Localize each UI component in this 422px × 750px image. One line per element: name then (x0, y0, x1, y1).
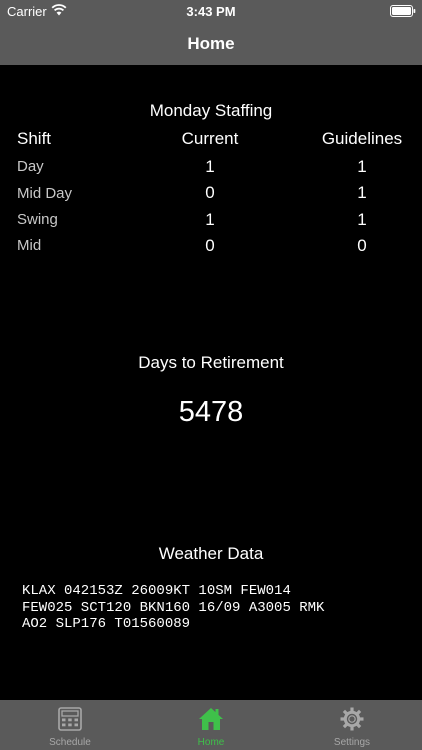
shift-guidelines: 1 (357, 210, 367, 229)
tab-bar: Schedule Home Settings (0, 700, 422, 750)
shift-guidelines: 1 (357, 157, 367, 176)
header-bar: Carrier 3:43 PM Home (0, 0, 422, 65)
retirement-days-value: 5478 (178, 396, 244, 428)
calculator-icon (58, 707, 82, 731)
shift-name: Mid Day (17, 185, 73, 202)
shift-name: Mid (17, 237, 42, 254)
shift-name: Day (17, 158, 44, 175)
nav-title: Home (187, 34, 235, 53)
shift-name: Swing (17, 211, 58, 228)
weather-metar-text: KLAX 042153Z 26009KT 10SM FEW014 FEW025 … (22, 583, 325, 632)
header-current: Current (181, 129, 239, 148)
tab-home-label: Home (197, 737, 225, 748)
status-time: 3:43 PM (186, 4, 236, 19)
tab-settings[interactable]: Settings (282, 700, 422, 750)
header-guidelines: Guidelines (321, 129, 403, 148)
tab-schedule-label: Schedule (49, 737, 91, 748)
staffing-title: Monday Staffing (149, 101, 273, 120)
status-bar: Carrier 3:43 PM (0, 0, 422, 22)
retirement-title: Days to Retirement (138, 353, 284, 372)
header-shift: Shift (17, 129, 52, 148)
home-icon (199, 708, 223, 730)
tab-schedule[interactable]: Schedule (0, 700, 140, 750)
gear-icon (340, 707, 364, 731)
battery-icon (390, 5, 416, 17)
shift-guidelines: 0 (357, 236, 367, 255)
weather-title: Weather Data (158, 544, 264, 563)
shift-current: 1 (205, 210, 215, 229)
shift-guidelines: 1 (357, 183, 367, 202)
shift-current: 0 (205, 183, 215, 202)
tab-home[interactable]: Home (141, 700, 281, 750)
shift-current: 0 (205, 236, 215, 255)
shift-current: 1 (205, 157, 215, 176)
tab-settings-label: Settings (333, 737, 371, 748)
